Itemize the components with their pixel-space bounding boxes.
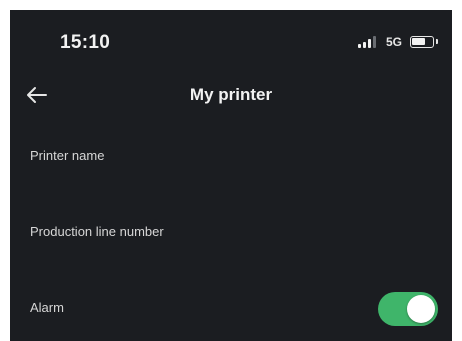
nav-bar: My printer [10, 72, 452, 118]
printer-name-row[interactable]: Printer name [10, 128, 452, 188]
status-time: 15:10 [60, 32, 111, 53]
signal-icon [357, 36, 378, 48]
battery-icon [410, 36, 438, 48]
alarm-toggle[interactable] [378, 292, 438, 326]
network-type: 5G [385, 35, 402, 49]
toggle-knob [407, 295, 435, 323]
printer-name-label: Printer name [30, 148, 105, 163]
production-line-label: Production line number [30, 224, 164, 239]
status-indicators: 5G [357, 35, 438, 49]
alarm-row: Alarm [10, 280, 452, 340]
production-line-row[interactable]: Production line number [10, 204, 452, 264]
app-screen: 15:10 5G My printer Printer name Product… [10, 10, 452, 341]
alarm-label: Alarm [30, 300, 64, 315]
status-bar: 15:10 5G [10, 10, 452, 68]
page-title: My printer [189, 85, 273, 104]
